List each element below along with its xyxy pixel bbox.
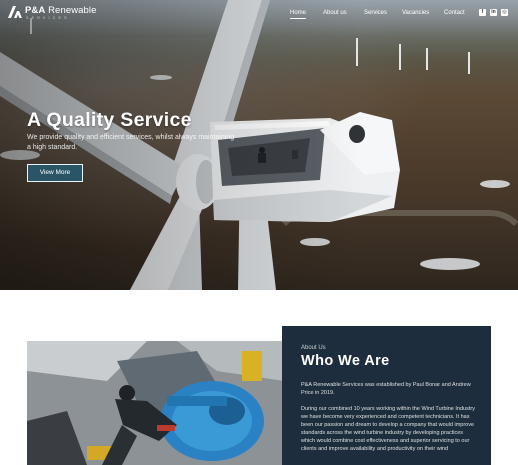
instagram-icon[interactable]: ◎ bbox=[501, 9, 508, 16]
nav-item-contact[interactable]: Contact bbox=[444, 9, 465, 17]
hero-subtitle: We provide quality and efficient service… bbox=[27, 134, 235, 151]
hero-title: A Quality Service bbox=[27, 109, 192, 131]
facebook-icon[interactable]: f bbox=[479, 9, 486, 16]
top-navigation: P&A Renewable SERVICES Home About us Ser… bbox=[0, 0, 518, 28]
linkedin-icon[interactable]: in bbox=[490, 9, 497, 16]
main-menu: Home About us Services Vacancies Contact bbox=[0, 9, 518, 23]
about-card: About Us Who We Are P&A Renewable Servic… bbox=[282, 326, 491, 465]
about-title: Who We Are bbox=[301, 353, 390, 369]
nav-item-home[interactable]: Home bbox=[290, 9, 307, 19]
about-kicker: About Us bbox=[301, 345, 326, 351]
nav-item-vacancies[interactable]: Vacancies bbox=[402, 9, 429, 17]
hero-section: P&A Renewable SERVICES Home About us Ser… bbox=[0, 0, 518, 290]
technician-photo bbox=[27, 341, 284, 465]
about-paragraph-1: P&A Renewable Services was established b… bbox=[301, 382, 471, 396]
nav-item-about-us[interactable]: About us bbox=[323, 9, 347, 17]
nav-item-services[interactable]: Services bbox=[364, 9, 387, 17]
view-more-button[interactable]: View More bbox=[27, 164, 83, 182]
technician-image bbox=[27, 341, 284, 465]
about-paragraph-2: During our combined 10 years working wit… bbox=[301, 406, 475, 452]
